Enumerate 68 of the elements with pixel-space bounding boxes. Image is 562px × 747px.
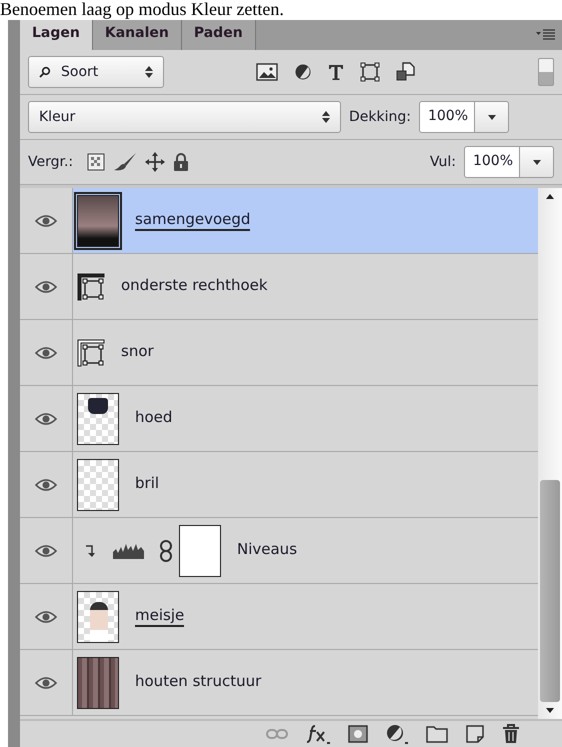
layer-row[interactable]: onderste rechthoek [20,254,538,320]
fx-icon[interactable] [306,724,330,744]
layer-row[interactable]: bril [20,452,538,518]
shape-layer-icon [77,338,105,366]
caret-icon [532,160,540,164]
folder-icon[interactable] [426,725,448,743]
updown-arrows-icon [145,66,153,78]
clip-arrow-icon [85,544,95,558]
eye-icon[interactable] [35,676,57,690]
layer-name[interactable]: houten structuur [135,672,262,693]
filter-toggle[interactable] [538,58,554,86]
fill-dropdown-button[interactable] [520,146,554,178]
smart-object-filter-icon[interactable] [396,62,416,82]
layer-row[interactable]: samengevoegd [20,188,538,254]
layer-name[interactable]: meisje [135,606,184,627]
panel-tab[interactable]: Lagen [20,20,93,50]
layer-name[interactable]: Niveaus [237,540,298,561]
eye-icon[interactable] [35,346,57,360]
scroll-down-icon[interactable] [546,708,554,713]
half-circle-icon[interactable] [386,724,408,744]
brush-icon[interactable] [113,152,138,172]
panel-tab[interactable]: Kanalen [92,20,182,50]
eye-icon[interactable] [35,214,57,228]
opacity-field[interactable]: 100% [418,101,476,133]
shape-filter-icon[interactable] [360,62,380,82]
scroll-up-icon[interactable] [546,194,554,199]
layer-name[interactable]: hoed [135,408,172,429]
type-filter-icon[interactable] [328,63,344,81]
chain-icon [159,540,173,562]
scrollbar[interactable] [538,188,562,719]
caret-icon [488,114,496,120]
panel-menu-icon[interactable] [536,29,556,41]
blend-mode-dropdown[interactable]: Kleur [28,101,341,133]
caption-text: Benoemen laag op modus Kleur zetten. [0,0,284,18]
eye-icon[interactable] [35,544,57,558]
mask-icon[interactable] [348,725,368,743]
layer-row[interactable]: meisje [20,584,538,650]
eye-icon[interactable] [35,280,57,294]
opacity-label: Dekking: [349,109,411,125]
layer-row[interactable]: houten structuur [20,650,538,716]
panel-tab[interactable]: Paden [182,20,256,50]
layer-name[interactable]: snor [121,342,154,363]
eye-icon[interactable] [35,478,57,492]
layer-row[interactable]: hoed [20,386,538,452]
image-filter-icon[interactable] [256,63,278,81]
layer-name[interactable]: onderste rechthoek [121,276,268,297]
half-circle-filter-icon[interactable] [294,63,312,81]
filter-dropdown[interactable]: Soort [28,56,164,88]
fill-field[interactable]: 100% [464,146,520,178]
lock-icon[interactable] [173,152,190,172]
shape-layer-icon [77,272,105,300]
opacity-dropdown-button[interactable] [475,101,510,133]
eye-icon[interactable] [35,412,57,426]
fill-label: Vul: [430,154,456,170]
histogram-icon [113,542,145,558]
layer-row[interactable]: Niveaus [20,518,538,584]
new-layer-icon[interactable] [466,725,484,743]
mask-thumbnail [179,524,221,576]
eye-icon[interactable] [35,610,57,624]
move-icon[interactable] [145,152,166,172]
lock-label: Vergr.: [28,154,74,170]
layer-row[interactable]: snor [20,320,538,386]
search-icon [39,66,51,78]
checkerboard-icon[interactable] [87,153,106,171]
updown-arrows-icon [322,111,330,123]
trash-icon[interactable] [502,724,520,744]
layer-name[interactable]: bril [135,474,160,495]
layer-name[interactable]: samengevoegd [135,210,250,231]
